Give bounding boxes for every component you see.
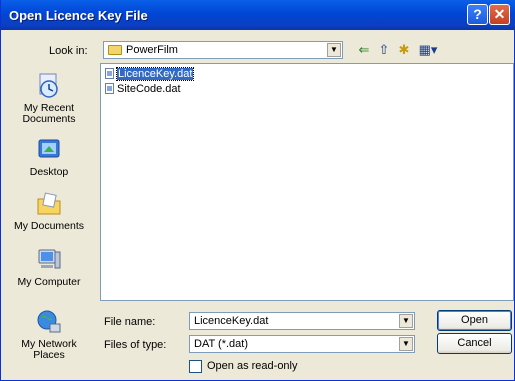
cancel-button[interactable]: Cancel [437, 333, 512, 354]
list-item[interactable]: SiteCode.dat [105, 83, 181, 96]
file-name-combo[interactable]: LicenceKey.dat ▼ [189, 312, 415, 330]
file-name-label: File name: [104, 316, 156, 328]
my-network-places-icon [37, 310, 61, 333]
place-computer-label: My Computer [17, 276, 81, 288]
read-only-checkbox[interactable] [189, 360, 202, 373]
file-name-value: LicenceKey.dat [194, 315, 269, 327]
back-icon[interactable]: ⇐ [356, 42, 372, 58]
place-desktop[interactable]: Desktop [5, 136, 93, 178]
my-documents-icon [37, 192, 61, 215]
new-folder-icon[interactable]: ✱ [396, 42, 412, 58]
list-item[interactable]: LicenceKey.dat [105, 67, 195, 81]
title-bar[interactable]: Open Licence Key File ? ✕ [1, 0, 515, 30]
place-desktop-label: Desktop [29, 166, 69, 178]
look-in-combo[interactable]: PowerFilm ▼ [103, 41, 343, 59]
recent-documents-icon [39, 73, 58, 98]
place-recent-label: My Recent Documents [22, 102, 76, 125]
place-documents[interactable]: My Documents [5, 190, 93, 232]
file-type-value: DAT (*.dat) [194, 338, 248, 350]
desktop-icon [38, 139, 60, 158]
dialog-title: Open Licence Key File [9, 8, 148, 23]
place-computer[interactable]: My Computer [5, 246, 93, 288]
look-in-label: Look in: [49, 45, 88, 57]
open-file-dialog: Open Licence Key File ? ✕ Look in: Power… [0, 0, 515, 381]
close-button[interactable]: ✕ [489, 4, 510, 25]
file-type-select[interactable]: DAT (*.dat) ▼ [189, 335, 415, 353]
my-computer-icon [38, 249, 61, 269]
dat-file-icon [105, 83, 114, 94]
look-in-value: PowerFilm [126, 44, 178, 56]
places-bar: My Recent Documents Desktop My Documents [5, 62, 93, 378]
file-name: LicenceKey.dat [115, 67, 195, 81]
file-type-dropdown-arrow[interactable]: ▼ [399, 337, 413, 351]
view-menu-icon[interactable]: ▦▾ [417, 42, 439, 58]
file-name-dropdown-arrow[interactable]: ▼ [399, 314, 413, 328]
place-documents-label: My Documents [13, 220, 85, 232]
place-network-label: My Network Places [21, 338, 77, 361]
dat-file-icon [105, 68, 114, 79]
read-only-label: Open as read-only [207, 360, 298, 372]
help-button[interactable]: ? [467, 4, 488, 25]
file-name: SiteCode.dat [117, 83, 181, 95]
open-button[interactable]: Open [437, 310, 512, 331]
place-network[interactable]: My Network Places [5, 308, 93, 361]
place-recent[interactable]: My Recent Documents [5, 72, 93, 125]
up-folder-icon[interactable]: ⇧ [376, 42, 392, 58]
file-type-label: Files of type: [104, 339, 167, 351]
look-in-dropdown-arrow[interactable]: ▼ [327, 43, 341, 57]
folder-icon [108, 45, 122, 55]
file-list[interactable]: LicenceKey.dat SiteCode.dat [100, 63, 514, 301]
